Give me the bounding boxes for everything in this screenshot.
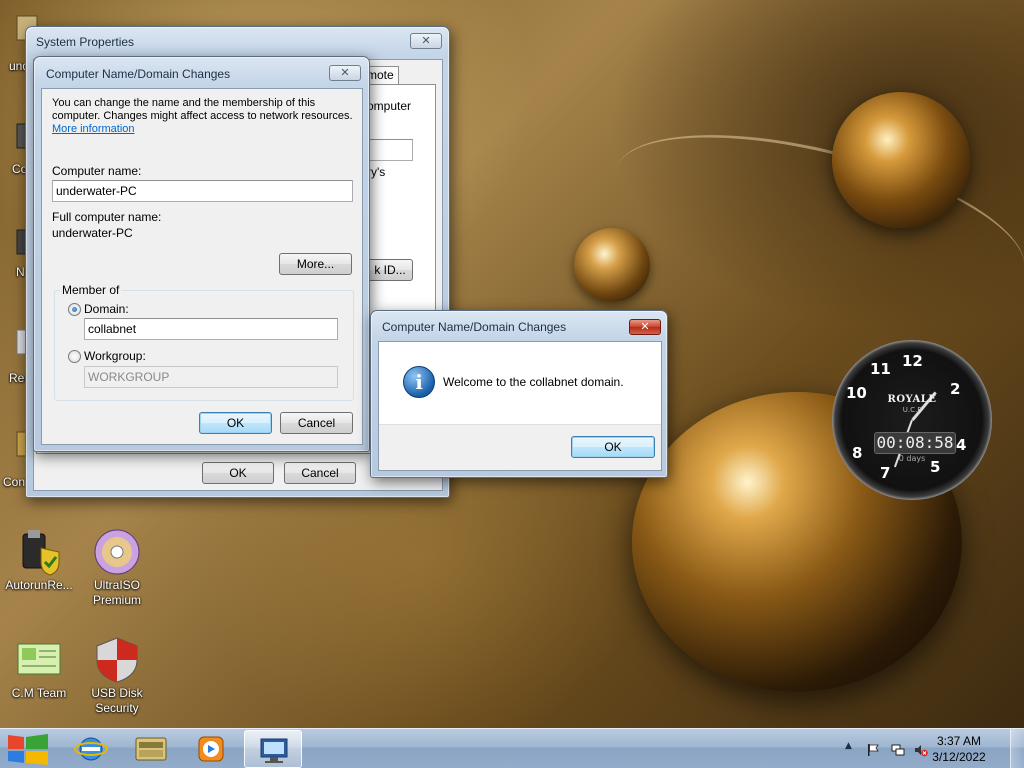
network-id-button[interactable]: k ID... bbox=[367, 259, 413, 281]
more-button[interactable]: More... bbox=[279, 253, 352, 275]
computer-icon bbox=[260, 738, 288, 763]
internet-explorer-icon bbox=[74, 737, 108, 761]
intro-text: computer. Changes might affect access to… bbox=[52, 110, 353, 122]
member-of-label: Member of bbox=[60, 283, 122, 297]
close-button[interactable]: ✕ bbox=[629, 319, 661, 335]
message-client-area: i Welcome to the collabnet domain. OK bbox=[378, 341, 662, 471]
information-icon: i bbox=[403, 366, 435, 398]
dialog-client-area: You can change the name and the membersh… bbox=[41, 88, 363, 445]
desktop-icon-label: C.M Team bbox=[11, 686, 67, 700]
desktop-icon-usb-disk-security[interactable]: USB Disk Security bbox=[78, 636, 156, 716]
desktop-icon-label: AutorunRe... bbox=[5, 578, 73, 592]
name-changes-dialog[interactable]: Computer Name/Domain Changes ✕ You can c… bbox=[33, 56, 370, 452]
desktop-icon-cm-team[interactable]: C.M Team bbox=[0, 636, 78, 701]
full-computer-name-value: underwater-PC bbox=[52, 226, 133, 240]
start-button[interactable] bbox=[2, 729, 54, 768]
clock-gadget[interactable]: 12 2 4 5 7 8 10 11 ROYALE U.C.F 00:08:58… bbox=[832, 340, 992, 500]
taskbar-file-explorer[interactable] bbox=[122, 730, 180, 768]
show-desktop-button[interactable] bbox=[1010, 729, 1024, 768]
desktop-icon-ultraiso[interactable]: UltraISO Premium bbox=[78, 528, 156, 608]
dialog-title: Computer Name/Domain Changes bbox=[46, 67, 231, 81]
taskbar: ▲ 3:37 AM 3/12/2022 bbox=[0, 728, 1024, 768]
show-hidden-icons-button[interactable]: ▲ bbox=[845, 741, 852, 751]
desktop-icon-label: UltraISO bbox=[93, 578, 140, 592]
desktop-icon-label: N bbox=[16, 265, 25, 279]
window-title: System Properties bbox=[36, 35, 135, 49]
media-player-icon bbox=[198, 736, 224, 762]
desktop-icon-label: USB Disk bbox=[91, 686, 143, 700]
wallpaper-orb bbox=[832, 92, 970, 228]
domain-input[interactable]: collabnet bbox=[84, 318, 338, 340]
ok-button[interactable]: OK bbox=[571, 436, 655, 458]
close-button[interactable]: ✕ bbox=[329, 65, 361, 81]
clock-days: 0 days bbox=[898, 454, 926, 463]
clock-numeral: 11 bbox=[870, 360, 891, 378]
desktop-icon-label: Premium bbox=[92, 593, 141, 607]
taskbar-media-player[interactable] bbox=[182, 730, 240, 768]
folder-icon bbox=[135, 737, 167, 761]
clock-numeral: 12 bbox=[902, 352, 923, 370]
taskbar-internet-explorer[interactable] bbox=[62, 730, 120, 768]
workgroup-label: Workgroup: bbox=[84, 349, 146, 363]
usb-shield-icon bbox=[22, 530, 60, 576]
desktop-icon-label: Con bbox=[3, 475, 26, 489]
more-information-link[interactable]: More information bbox=[52, 123, 135, 135]
domain-label: Domain: bbox=[84, 302, 129, 316]
clock-digital-readout: 00:08:58 bbox=[874, 432, 956, 454]
partial-text: omputer bbox=[367, 99, 412, 113]
shield-icon bbox=[96, 637, 138, 683]
welcome-message-box[interactable]: Computer Name/Domain Changes ✕ i Welcome… bbox=[370, 310, 668, 478]
desktop-icon-label: Security bbox=[95, 701, 139, 715]
close-button[interactable]: ✕ bbox=[410, 33, 442, 49]
computer-name-label: Computer name: bbox=[52, 164, 142, 178]
taskbar-clock[interactable]: 3:37 AM 3/12/2022 bbox=[924, 733, 994, 765]
cancel-button[interactable]: Cancel bbox=[284, 462, 356, 484]
intro-text: You can change the name and the membersh… bbox=[52, 97, 316, 109]
ok-button[interactable]: OK bbox=[202, 462, 274, 484]
clock-brand: ROYALE bbox=[887, 394, 937, 405]
dialog-title: Computer Name/Domain Changes bbox=[382, 320, 567, 334]
welcome-message: Welcome to the collabnet domain. bbox=[443, 375, 624, 389]
ok-button[interactable]: OK bbox=[199, 412, 272, 434]
taskbar-system-properties[interactable] bbox=[244, 730, 302, 768]
wallpaper-orb bbox=[574, 228, 650, 302]
full-computer-name-label: Full computer name: bbox=[52, 210, 162, 224]
clock-brand-sub: U.C.F bbox=[902, 406, 922, 414]
clock-numeral: 7 bbox=[880, 464, 891, 482]
description-input[interactable] bbox=[367, 139, 413, 161]
taskbar-date: 3/12/2022 bbox=[932, 750, 986, 764]
certificate-icon bbox=[17, 643, 61, 675]
workgroup-radio[interactable] bbox=[68, 350, 81, 363]
clock-numeral: 4 bbox=[956, 436, 967, 454]
disc-icon bbox=[94, 529, 140, 575]
desktop-icon-autorunremover[interactable]: AutorunRe... bbox=[0, 528, 78, 593]
network-icon[interactable] bbox=[891, 743, 905, 757]
cancel-button[interactable]: Cancel bbox=[280, 412, 353, 434]
taskbar-time: 3:37 AM bbox=[936, 734, 982, 748]
workgroup-input[interactable]: WORKGROUP bbox=[84, 366, 338, 388]
domain-radio[interactable] bbox=[68, 303, 81, 316]
action-center-flag-icon[interactable] bbox=[866, 743, 880, 757]
computer-name-input[interactable]: underwater-PC bbox=[52, 180, 353, 202]
